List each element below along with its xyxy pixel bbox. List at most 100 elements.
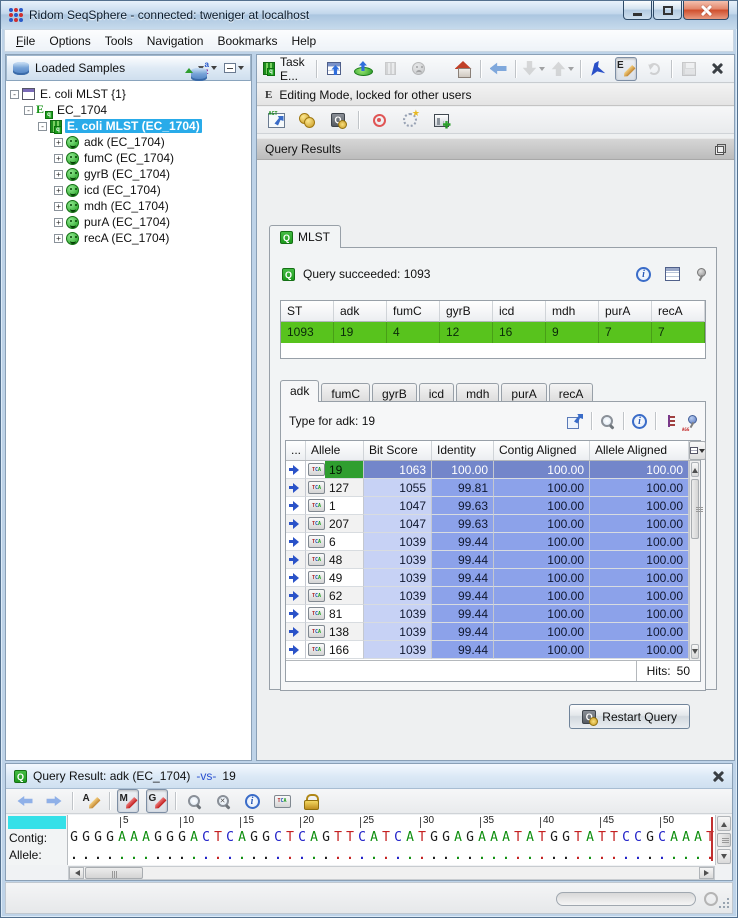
- hits-cell[interactable]: 100.00: [590, 605, 689, 623]
- hits-row[interactable]: TCA138103999.44100.00100.00: [286, 623, 689, 641]
- target-button[interactable]: [368, 108, 390, 132]
- hits-row[interactable]: TCA127105599.81100.00100.00: [286, 479, 689, 497]
- tree-node-gene[interactable]: +fumC (EC_1704): [6, 150, 251, 166]
- allele-match-dot[interactable]: .: [356, 850, 368, 860]
- open-result-arrow-icon[interactable]: [289, 645, 301, 655]
- contig-base[interactable]: G: [464, 829, 476, 847]
- contig-base[interactable]: T: [572, 829, 584, 847]
- open-result-arrow-icon[interactable]: [289, 519, 301, 529]
- tca-icon[interactable]: TCA: [308, 517, 325, 530]
- table-upload-button[interactable]: [323, 57, 345, 81]
- contig-base[interactable]: C: [632, 829, 644, 847]
- allele-number[interactable]: 6: [325, 533, 363, 550]
- contig-base[interactable]: G: [428, 829, 440, 847]
- hits-row[interactable]: TCA191063100.00100.00100.00: [286, 461, 689, 479]
- tca-icon[interactable]: TCA: [308, 607, 325, 620]
- hits-cell[interactable]: 99.63: [432, 515, 494, 533]
- allele-match-dot[interactable]: .: [128, 850, 140, 860]
- hits-cell[interactable]: 1039: [364, 623, 432, 641]
- add-chart-button[interactable]: [430, 108, 452, 132]
- hits-row[interactable]: TCA48103999.44100.00100.00: [286, 551, 689, 569]
- scrollbar-thumb[interactable]: [85, 867, 143, 879]
- tree-label-selected[interactable]: E. coli MLST (EC_1704): [65, 119, 202, 133]
- allele-number[interactable]: 62: [325, 587, 363, 604]
- hits-header-cell[interactable]: ...: [286, 441, 306, 460]
- hits-cell[interactable]: 1039: [364, 587, 432, 605]
- allele-match-dot[interactable]: .: [392, 850, 404, 860]
- st-header-cell[interactable]: gyrB: [440, 301, 493, 322]
- sequence-view[interactable]: Contig: Allele: 5101520253035404550 GGGG…: [6, 815, 732, 865]
- hits-cell[interactable]: 100.00: [590, 569, 689, 587]
- allele-match-dot[interactable]: .: [476, 850, 488, 860]
- tree-node-task-selected[interactable]: - q E. coli MLST (EC_1704): [6, 118, 251, 134]
- contig-base[interactable]: A: [668, 829, 680, 847]
- tree-node-gene[interactable]: +icd (EC_1704): [6, 182, 251, 198]
- scroll-left-button[interactable]: [69, 867, 84, 879]
- contig-base[interactable]: A: [680, 829, 692, 847]
- allele-match-dot[interactable]: .: [284, 850, 296, 860]
- contig-base[interactable]: A: [128, 829, 140, 847]
- hits-cell[interactable]: 99.44: [432, 605, 494, 623]
- scroll-up-button[interactable]: [691, 462, 699, 477]
- allele-match-dot[interactable]: .: [368, 850, 380, 860]
- hits-row[interactable]: TCA1104799.63100.00100.00: [286, 497, 689, 515]
- allele-tab-gyrB[interactable]: gyrB: [372, 383, 417, 402]
- allele-match-dot[interactable]: .: [512, 850, 524, 860]
- contig-base[interactable]: T: [380, 829, 392, 847]
- allele-match-dot[interactable]: .: [188, 850, 200, 860]
- table-icon[interactable]: [665, 267, 680, 281]
- expander-icon[interactable]: +: [54, 234, 63, 243]
- close-alignment-icon[interactable]: [711, 770, 724, 783]
- st-header-cell[interactable]: icd: [493, 301, 546, 322]
- allele-match-dot[interactable]: .: [668, 850, 680, 860]
- branch-icon[interactable]: [664, 414, 677, 428]
- contig-base[interactable]: G: [176, 829, 188, 847]
- open-result-arrow-icon[interactable]: [289, 609, 301, 619]
- editing-mode-toggle[interactable]: E: [615, 57, 637, 81]
- reload-alleles-button[interactable]: [296, 108, 318, 132]
- hits-row[interactable]: TCA6103999.44100.00100.00: [286, 533, 689, 551]
- hits-cell[interactable]: 100.00: [494, 587, 590, 605]
- open-result-arrow-icon[interactable]: [289, 483, 301, 493]
- tca-icon[interactable]: TCA: [308, 643, 325, 656]
- st-header-cell[interactable]: recA: [652, 301, 705, 322]
- contig-base[interactable]: C: [656, 829, 668, 847]
- tree-node-sample[interactable]: - Eq EC_1704: [6, 102, 251, 118]
- st-header-cell[interactable]: ST: [281, 301, 334, 322]
- allele-tab-fumC[interactable]: fumC: [321, 383, 370, 402]
- export-diagonal-icon[interactable]: [567, 414, 583, 429]
- hits-cell[interactable]: 1039: [364, 605, 432, 623]
- zoom-button[interactable]: [183, 789, 205, 813]
- allele-match-dot[interactable]: .: [224, 850, 236, 860]
- open-result-arrow-icon[interactable]: [289, 591, 301, 601]
- contig-base[interactable]: T: [284, 829, 296, 847]
- allele-match-dot[interactable]: .: [200, 850, 212, 860]
- contig-base[interactable]: C: [356, 829, 368, 847]
- hits-cell[interactable]: 1063: [364, 461, 432, 479]
- allele-number[interactable]: 49: [325, 569, 363, 586]
- allele-match-dot[interactable]: .: [152, 850, 164, 860]
- st-value-cell[interactable]: 16: [493, 322, 546, 343]
- hits-cell[interactable]: 100.00: [494, 551, 590, 569]
- contig-base[interactable]: A: [584, 829, 596, 847]
- pin-agg-icon[interactable]: AGG: [685, 414, 697, 429]
- hits-cell[interactable]: 100.00: [590, 587, 689, 605]
- contig-base[interactable]: G: [548, 829, 560, 847]
- hits-row[interactable]: TCA81103999.44100.00100.00: [286, 605, 689, 623]
- expander-icon[interactable]: +: [54, 138, 63, 147]
- hits-cell[interactable]: 99.44: [432, 641, 494, 659]
- contig-base[interactable]: C: [224, 829, 236, 847]
- scroll-up-button[interactable]: [717, 816, 731, 831]
- st-value-cell[interactable]: 7: [599, 322, 652, 343]
- lock-button[interactable]: [299, 789, 321, 813]
- hits-cell[interactable]: 100.00: [494, 569, 590, 587]
- hits-cell[interactable]: 1047: [364, 497, 432, 515]
- info-icon[interactable]: i: [632, 414, 647, 429]
- tree-node-gene[interactable]: +gyrB (EC_1704): [6, 166, 251, 182]
- open-result-arrow-icon[interactable]: [289, 555, 301, 565]
- allele-match-dot[interactable]: .: [428, 850, 440, 860]
- contig-base[interactable]: T: [536, 829, 548, 847]
- tca-icon[interactable]: TCA: [308, 589, 325, 602]
- st-header-cell[interactable]: fumC: [387, 301, 440, 322]
- contig-base[interactable]: T: [608, 829, 620, 847]
